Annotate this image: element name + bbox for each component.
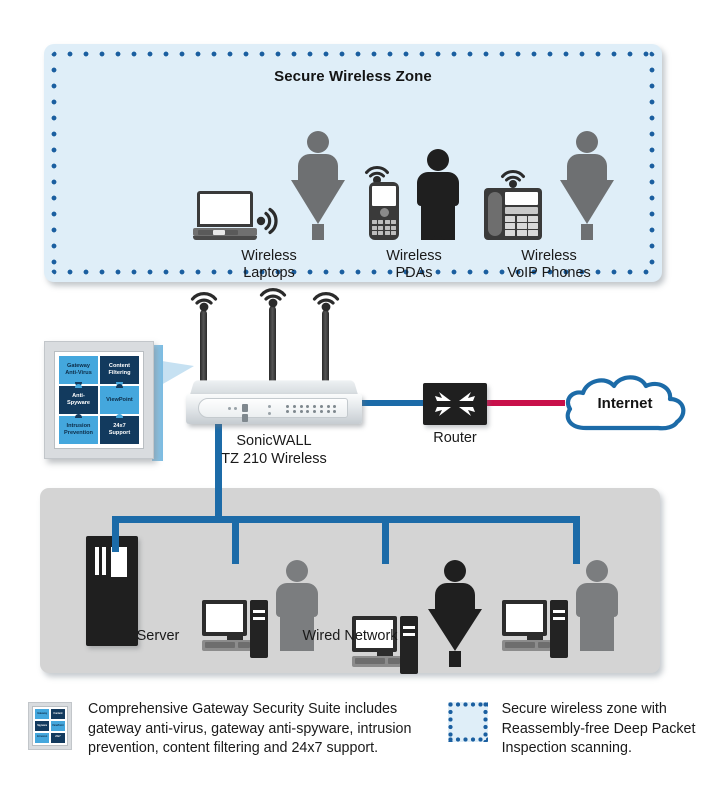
wireless-voip-label: Wireless VoIP Phones bbox=[507, 248, 591, 281]
person-male-icon bbox=[417, 149, 459, 240]
wireless-zone-title: Secure Wireless Zone bbox=[274, 68, 432, 85]
status-led bbox=[234, 407, 237, 410]
status-led bbox=[268, 405, 271, 408]
wifi-signal-icon bbox=[189, 286, 219, 319]
diagram-canvas: Secure Wireless Zone Wireless Laptops Wi… bbox=[0, 0, 720, 798]
appliance-port-indicators bbox=[286, 405, 338, 413]
pda-icon bbox=[369, 182, 399, 240]
legend-zone-entry: Secure wireless zone with Reassembly-fre… bbox=[447, 700, 696, 759]
suite-piece-content-filtering: Content Filtering bbox=[100, 356, 139, 386]
wireless-zone-swatch-icon bbox=[447, 702, 488, 742]
lan-backbone bbox=[112, 516, 580, 523]
security-suite-thumbnail-icon: Gateway Content Spyware ViewPoint Intrus… bbox=[28, 702, 72, 750]
router-label: Router bbox=[433, 430, 477, 446]
suite-piece-anti-spyware: Anti- Spyware bbox=[59, 384, 98, 414]
sonicwall-label: SonicWALL TZ 210 Wireless bbox=[221, 433, 327, 467]
link-firewall-to-router bbox=[360, 400, 426, 406]
legend-zone-text: Secure wireless zone with Reassembly-fre… bbox=[501, 701, 696, 756]
wireless-voip-icons bbox=[459, 131, 639, 240]
suite-box-inner: Gateway Anti-Virus Content Filtering Anti-… bbox=[54, 351, 144, 449]
internet-label: Internet bbox=[597, 395, 653, 412]
appliance-port-block bbox=[242, 404, 248, 422]
laptop-icon bbox=[193, 191, 257, 240]
person-female-icon bbox=[428, 560, 482, 667]
link-lan-to-ws2 bbox=[382, 516, 389, 564]
antenna-3 bbox=[322, 310, 329, 384]
link-lan-to-ws3 bbox=[573, 516, 580, 564]
suite-puzzle-grid: Gateway Anti-Virus Content Filtering Anti-… bbox=[59, 356, 139, 444]
sonicwall-tz210-appliance bbox=[186, 380, 362, 428]
legend-suite-text: Comprehensive Gateway Security Suite inc… bbox=[88, 701, 412, 756]
person-female-icon bbox=[560, 131, 614, 240]
wifi-signal-icon bbox=[255, 206, 281, 236]
router-icon bbox=[423, 383, 487, 425]
suite-piece-gateway-anti-virus: Gateway Anti-Virus bbox=[59, 356, 98, 386]
antenna-2 bbox=[269, 306, 276, 384]
workstation-2 bbox=[352, 560, 482, 674]
wifi-signal-icon bbox=[258, 282, 288, 315]
wifi-signal-icon bbox=[311, 286, 341, 319]
secure-wireless-zone: Secure Wireless Zone Wireless Laptops Wi… bbox=[44, 44, 662, 282]
suite-piece-24x7-support: 24x7 Support bbox=[100, 414, 139, 444]
voip-with-signal bbox=[484, 169, 542, 240]
pda-with-signal bbox=[365, 165, 399, 240]
legend: Gateway Content Spyware ViewPoint Intrus… bbox=[28, 700, 696, 759]
legend-suite-entry: Gateway Content Spyware ViewPoint Intrus… bbox=[28, 700, 416, 759]
appliance-front-panel bbox=[186, 394, 362, 424]
gateway-security-suite-box: Gateway Anti-Virus Content Filtering Anti-… bbox=[44, 341, 163, 461]
suite-box-frame: Gateway Anti-Virus Content Filtering Anti-… bbox=[44, 341, 154, 459]
link-lan-to-server bbox=[112, 516, 119, 552]
status-led bbox=[268, 412, 271, 415]
wireless-voip-group: Wireless VoIP Phones bbox=[459, 131, 639, 282]
wired-network-label: Wired Network bbox=[302, 628, 398, 644]
status-led bbox=[228, 407, 231, 410]
suite-piece-viewpoint: ViewPoint bbox=[100, 384, 139, 414]
link-router-to-internet bbox=[485, 400, 565, 406]
voip-phone-icon bbox=[484, 188, 542, 240]
antenna-1 bbox=[200, 310, 207, 384]
link-lan-to-ws1 bbox=[232, 516, 239, 564]
suite-piece-intrusion-prevention: Intrusion Prevention bbox=[59, 414, 98, 444]
